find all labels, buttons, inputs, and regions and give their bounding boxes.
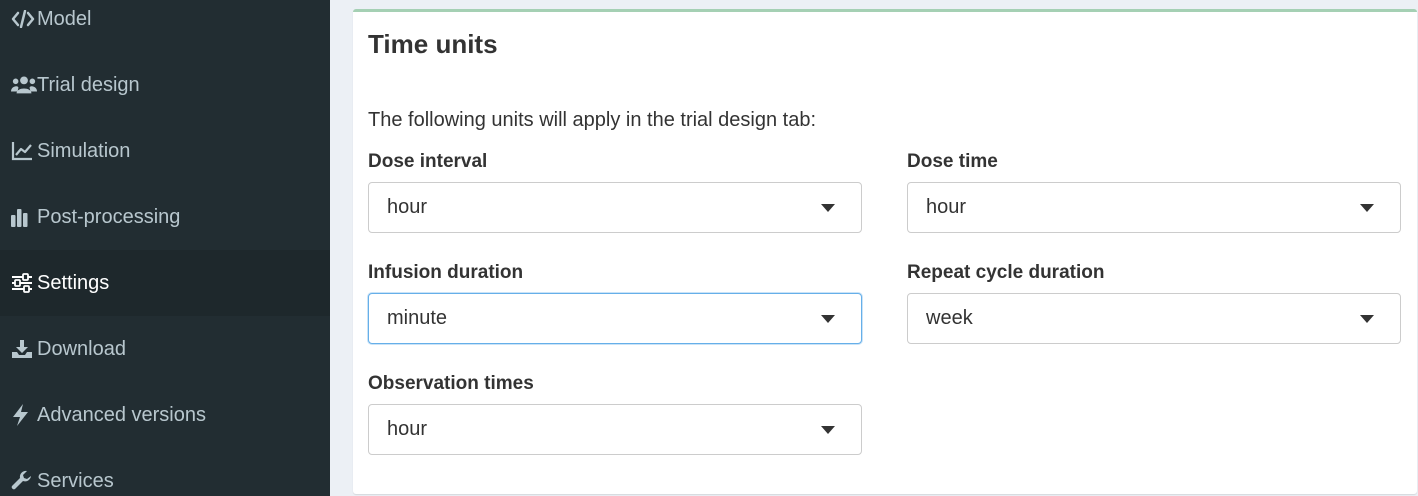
panel-title: Time units <box>368 29 498 59</box>
sliders-icon <box>11 272 37 294</box>
sidebar-item-post-processing[interactable]: Post-processing <box>0 184 330 250</box>
app-root: Model Trial design Simulation Post-proce… <box>0 0 1418 496</box>
infusion-duration-select[interactable]: minute <box>368 293 862 344</box>
sidebar-item-label: Post-processing <box>37 205 181 228</box>
line-chart-icon <box>11 140 37 162</box>
sidebar-item-label: Simulation <box>37 139 131 162</box>
sidebar-item-label: Settings <box>37 271 110 294</box>
sidebar-item-label: Download <box>37 337 126 360</box>
download-icon <box>11 338 37 360</box>
dose-time-select[interactable]: hour <box>907 182 1401 233</box>
code-icon <box>11 8 37 30</box>
sidebar-item-label: Model <box>37 7 92 30</box>
dose-interval-value: hour <box>387 196 428 218</box>
users-icon <box>11 74 37 96</box>
caret-down-icon <box>821 314 835 323</box>
infusion-duration-label: Infusion duration <box>368 262 524 283</box>
sidebar-item-trial-design[interactable]: Trial design <box>0 52 330 118</box>
observation-times-value: hour <box>387 418 428 440</box>
observation-times-select[interactable]: hour <box>368 404 862 455</box>
caret-down-icon <box>821 425 835 434</box>
dose-interval-label: Dose interval <box>368 151 488 172</box>
observation-times-label: Observation times <box>368 373 534 394</box>
repeat-cycle-duration-select[interactable]: week <box>907 293 1401 344</box>
main-content: Time units The following units will appl… <box>330 0 1418 496</box>
bolt-icon <box>11 404 37 426</box>
bar-chart-icon <box>11 206 37 228</box>
sidebar-item-model[interactable]: Model <box>0 0 330 52</box>
sidebar-item-label: Trial design <box>37 73 140 96</box>
repeat-cycle-duration-label: Repeat cycle duration <box>907 262 1105 283</box>
repeat-cycle-duration-value: week <box>926 307 973 329</box>
sidebar: Model Trial design Simulation Post-proce… <box>0 0 330 496</box>
sidebar-item-label: Advanced versions <box>37 403 206 426</box>
sidebar-item-label: Services <box>37 469 114 492</box>
caret-down-icon <box>1360 314 1374 323</box>
caret-down-icon <box>821 203 835 212</box>
sidebar-item-advanced-versions[interactable]: Advanced versions <box>0 382 330 448</box>
time-units-panel: Time units The following units will appl… <box>353 9 1417 494</box>
wrench-icon <box>11 470 37 492</box>
caret-down-icon <box>1360 203 1374 212</box>
sidebar-item-download[interactable]: Download <box>0 316 330 382</box>
dose-time-value: hour <box>926 196 967 218</box>
sidebar-item-services[interactable]: Services <box>0 448 330 496</box>
dose-time-label: Dose time <box>907 151 998 172</box>
sidebar-item-simulation[interactable]: Simulation <box>0 118 330 184</box>
infusion-duration-value: minute <box>387 307 448 329</box>
sidebar-item-settings[interactable]: Settings <box>0 250 330 316</box>
panel-description: The following units will apply in the tr… <box>368 109 817 131</box>
dose-interval-select[interactable]: hour <box>368 182 862 233</box>
